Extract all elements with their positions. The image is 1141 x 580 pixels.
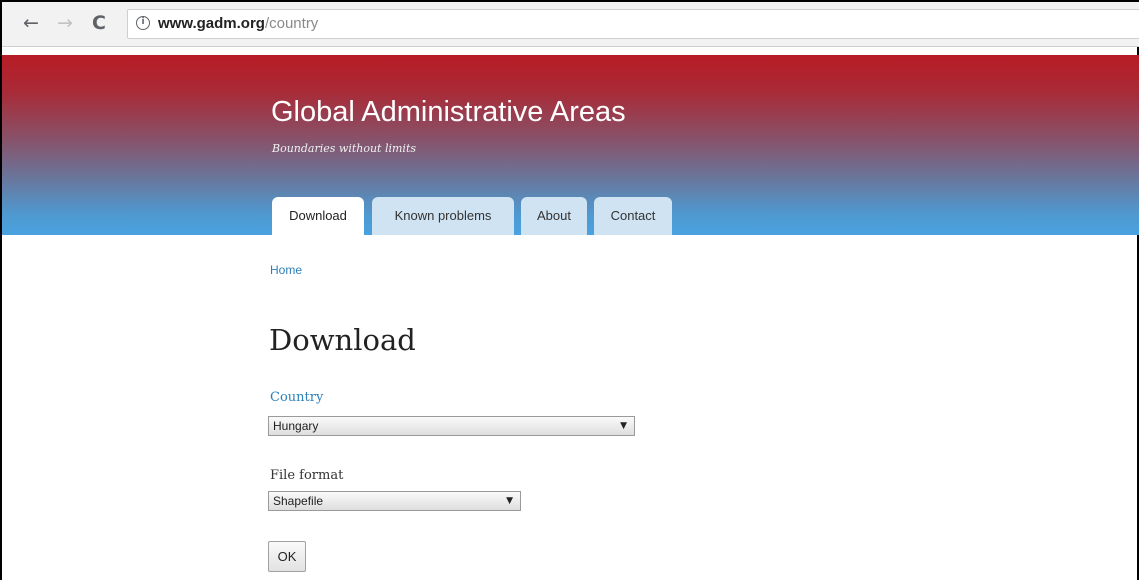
- country-select[interactable]: Hungary ▼: [268, 416, 635, 436]
- back-arrow-icon[interactable]: ←: [20, 12, 42, 34]
- url-host: www.gadm.org: [158, 15, 265, 32]
- site-title[interactable]: Global Administrative Areas: [271, 95, 626, 129]
- reload-icon[interactable]: C: [88, 12, 110, 34]
- url-text[interactable]: www.gadm.org/country: [158, 15, 318, 33]
- file-format-label: File format: [270, 468, 344, 483]
- country-select-value: Hungary: [273, 419, 319, 433]
- info-icon[interactable]: i: [136, 16, 150, 30]
- dropdown-arrow-icon: ▼: [506, 496, 513, 506]
- country-label: Country: [270, 390, 324, 405]
- site-header: Global Administrative Areas Boundaries w…: [2, 55, 1139, 235]
- file-format-select-value: Shapefile: [273, 494, 324, 508]
- url-path: /country: [264, 15, 319, 32]
- tab-download[interactable]: Download: [272, 197, 364, 235]
- site-slogan: Boundaries without limits: [272, 142, 417, 155]
- browser-toolbar: ← → C i www.gadm.org/country: [2, 2, 1139, 47]
- forward-arrow-icon[interactable]: →: [54, 12, 76, 34]
- file-format-select[interactable]: Shapefile ▼: [268, 491, 521, 511]
- breadcrumb-home-link[interactable]: Home: [270, 263, 302, 277]
- address-bar[interactable]: i www.gadm.org/country: [127, 9, 1139, 39]
- tab-about[interactable]: About: [521, 197, 587, 235]
- page-title: Download: [269, 323, 416, 357]
- dropdown-arrow-icon: ▼: [620, 421, 627, 431]
- tab-known-problems[interactable]: Known problems: [372, 197, 514, 235]
- tab-contact[interactable]: Contact: [594, 197, 672, 235]
- ok-button[interactable]: OK: [268, 541, 306, 572]
